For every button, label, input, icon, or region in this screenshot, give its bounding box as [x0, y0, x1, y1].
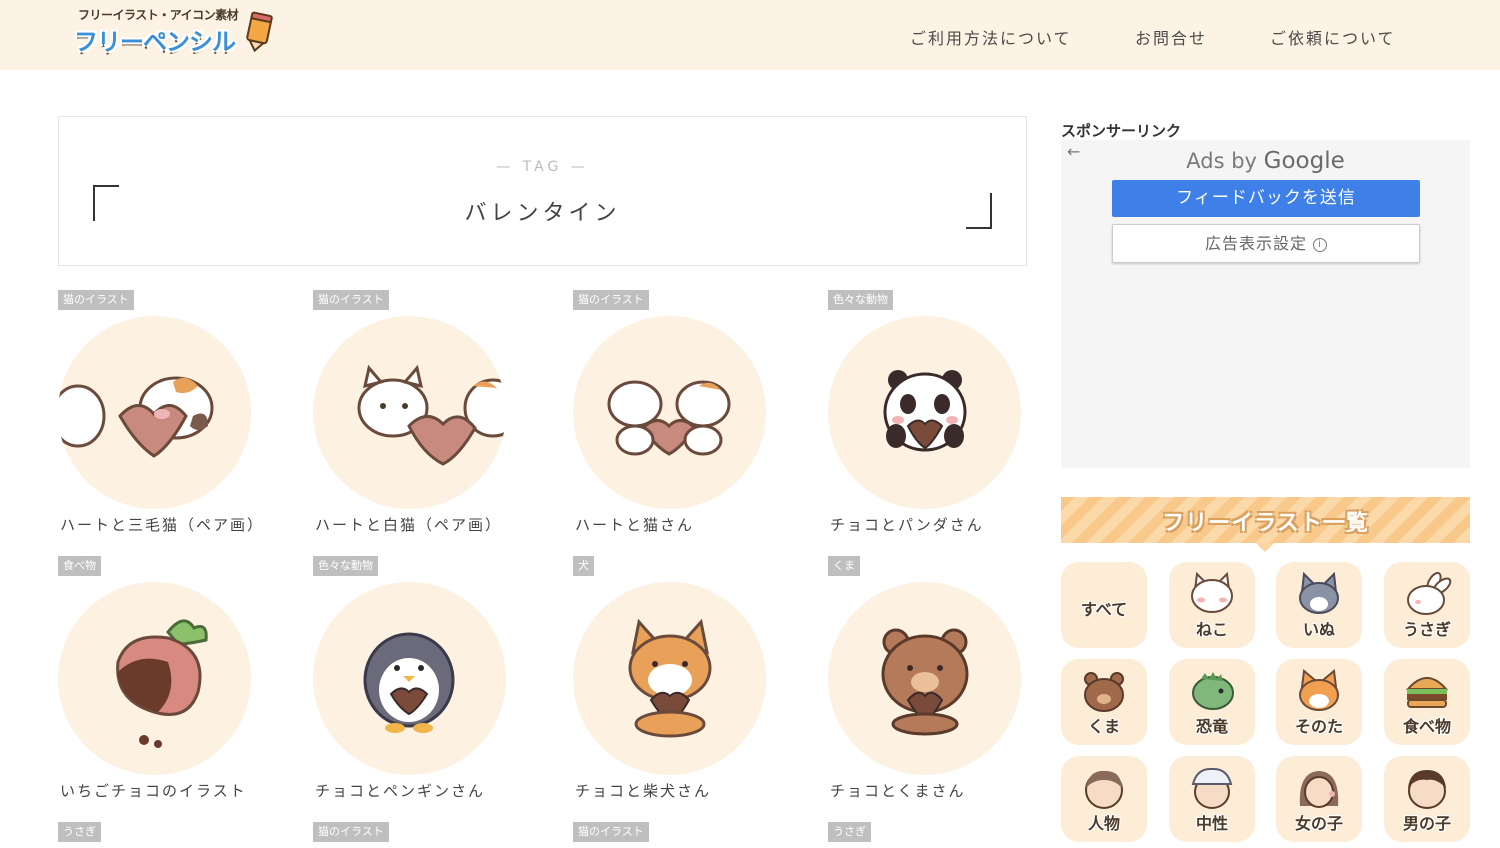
card-title[interactable]: ハートと白猫（ペア画） [315, 514, 502, 535]
category-label: 人物 [1087, 814, 1120, 833]
penguin-chocolate-illustration[interactable] [313, 582, 506, 775]
illustration-card[interactable]: 猫のイラスト ハートと猫さん [573, 290, 773, 540]
ad-settings-button[interactable]: 広告表示設定 i [1112, 224, 1420, 263]
boy-icon [1408, 770, 1446, 809]
category-badge[interactable]: 色々な動物 [828, 290, 893, 310]
category-dinosaur-button[interactable]: 恐竜 [1169, 659, 1255, 745]
cats-pair-heart-illustration[interactable] [573, 316, 766, 509]
category-label: いぬ [1302, 620, 1335, 639]
panda-chocolate-illustration[interactable] [828, 316, 1021, 509]
card-title[interactable]: チョコと柴犬さん [575, 780, 711, 801]
category-dog-button[interactable]: いぬ [1276, 562, 1362, 648]
nav-contact-link[interactable]: お問合せ [1135, 25, 1207, 49]
illustration-card[interactable]: くま チョコとくまさん [828, 556, 1028, 806]
illustration-card[interactable]: 食べ物 いちごチョコのイラスト [58, 556, 258, 806]
category-people-button[interactable]: 人物 [1061, 756, 1147, 842]
logo-subtitle: フリーイラスト・アイコン素材 [78, 8, 239, 22]
white-cat-heart-illustration[interactable] [313, 316, 506, 509]
bear-icon [1084, 672, 1124, 712]
category-label: うさぎ [1402, 620, 1451, 639]
category-label: 女の子 [1294, 814, 1343, 833]
category-label: くま [1087, 717, 1120, 736]
category-others-button[interactable]: そのた [1276, 659, 1362, 745]
banner-notch [1256, 543, 1274, 552]
illustration-list-banner: フリーイラスト一覧 [1061, 497, 1470, 552]
google-label: Google [1263, 148, 1345, 174]
send-feedback-button[interactable]: フィードバックを送信 [1112, 180, 1420, 217]
category-badge[interactable]: 食べ物 [58, 556, 101, 576]
info-icon: i [1313, 237, 1327, 252]
illustration-card[interactable]: 猫のイラスト ハートと白猫（ペア画） [313, 290, 513, 540]
nav-request-link[interactable]: ご依頼について [1270, 25, 1396, 49]
category-label: 男の子 [1402, 814, 1451, 833]
illustration-card[interactable]: 色々な動物 チョコとペンギンさん [313, 556, 513, 806]
category-badge[interactable]: 猫のイラスト [573, 822, 649, 842]
category-badge[interactable]: 色々な動物 [313, 556, 378, 576]
category-boy-button[interactable]: 男の子 [1384, 756, 1470, 842]
category-cat-button[interactable]: ねこ [1169, 562, 1255, 648]
nav-usage-link[interactable]: ご利用方法について [910, 25, 1072, 49]
site-header: フリーイラスト・アイコン素材 フリーペンシル ご利用方法について お問合せ ご依… [0, 0, 1500, 70]
category-badge[interactable]: 猫のイラスト [573, 290, 649, 310]
cat-icon [1191, 572, 1233, 613]
girl-icon [1299, 771, 1339, 808]
hamburger-icon [1405, 677, 1449, 708]
card-title[interactable]: チョコとパンダさん [830, 514, 984, 535]
illustration-card[interactable]: 犬 チョコと柴犬さん [573, 556, 773, 806]
category-label: 恐竜 [1195, 717, 1228, 736]
logo-title: フリーペンシル [74, 28, 236, 56]
card-title[interactable]: いちごチョコのイラスト [60, 780, 247, 801]
corner-bracket-top-left [93, 185, 119, 221]
category-badge[interactable]: くま [828, 556, 860, 576]
category-all-button[interactable]: すべて [1061, 562, 1147, 648]
category-bear-button[interactable]: くま [1061, 659, 1147, 745]
category-rabbit-button[interactable]: うさぎ [1384, 562, 1470, 648]
shiba-chocolate-illustration[interactable] [573, 582, 766, 775]
category-label: そのた [1294, 717, 1343, 736]
person-icon [1085, 770, 1123, 809]
strawberry-chocolate-illustration[interactable] [58, 582, 251, 775]
category-badge[interactable]: 犬 [573, 556, 594, 576]
card-title[interactable]: ハートと猫さん [575, 514, 694, 535]
card-title[interactable]: チョコとくまさん [830, 780, 966, 801]
pencil-icon [246, 11, 273, 52]
category-badge[interactable]: 猫のイラスト [313, 290, 389, 310]
illustration-list-title: フリーイラスト一覧 [1162, 511, 1369, 536]
category-label: 食べ物 [1402, 717, 1451, 736]
category-label: すべて [1080, 600, 1128, 619]
category-food-button[interactable]: 食べ物 [1384, 659, 1470, 745]
category-label: 中性 [1195, 814, 1228, 833]
category-badge[interactable]: うさぎ [828, 822, 871, 842]
ads-by-google: Ads by Google [1061, 148, 1470, 174]
category-badge[interactable]: 猫のイラスト [313, 822, 389, 842]
category-badge[interactable]: 猫のイラスト [58, 290, 134, 310]
card-title[interactable]: チョコとペンギンさん [315, 780, 485, 801]
category-badge[interactable]: うさぎ [58, 822, 101, 842]
ad-container: ← Ads by Google フィードバックを送信 広告表示設定 i [1061, 140, 1470, 468]
tag-header-box: — TAG — バレンタイン [58, 116, 1027, 266]
fox-icon [1299, 669, 1339, 711]
ad-settings-label: 広告表示設定 [1204, 234, 1307, 253]
illustration-card[interactable]: 色々な動物 チョコとパンダさん [828, 290, 1028, 540]
site-logo[interactable]: フリーイラスト・アイコン素材 フリーペンシル [74, 6, 279, 58]
page-title: バレンタイン [464, 201, 621, 226]
category-neutral-button[interactable]: 中性 [1169, 756, 1255, 842]
calico-cat-heart-illustration[interactable] [58, 316, 251, 509]
corner-bracket-bottom-right [966, 193, 992, 229]
dog-icon [1299, 572, 1339, 614]
illustration-card[interactable]: 猫のイラスト ハートと三毛猫（ペア画） [58, 290, 262, 540]
sponsor-label: スポンサーリンク [1061, 122, 1182, 140]
rabbit-icon [1407, 572, 1452, 615]
category-girl-button[interactable]: 女の子 [1276, 756, 1362, 842]
person-cap-icon [1191, 767, 1233, 809]
dinosaur-icon [1192, 672, 1234, 710]
ads-by-label: Ads by [1186, 149, 1257, 173]
category-label: ねこ [1195, 620, 1228, 639]
tag-label: — TAG — [496, 159, 589, 175]
bear-chocolate-illustration[interactable] [828, 582, 1021, 775]
card-title[interactable]: ハートと三毛猫（ペア画） [60, 514, 264, 535]
